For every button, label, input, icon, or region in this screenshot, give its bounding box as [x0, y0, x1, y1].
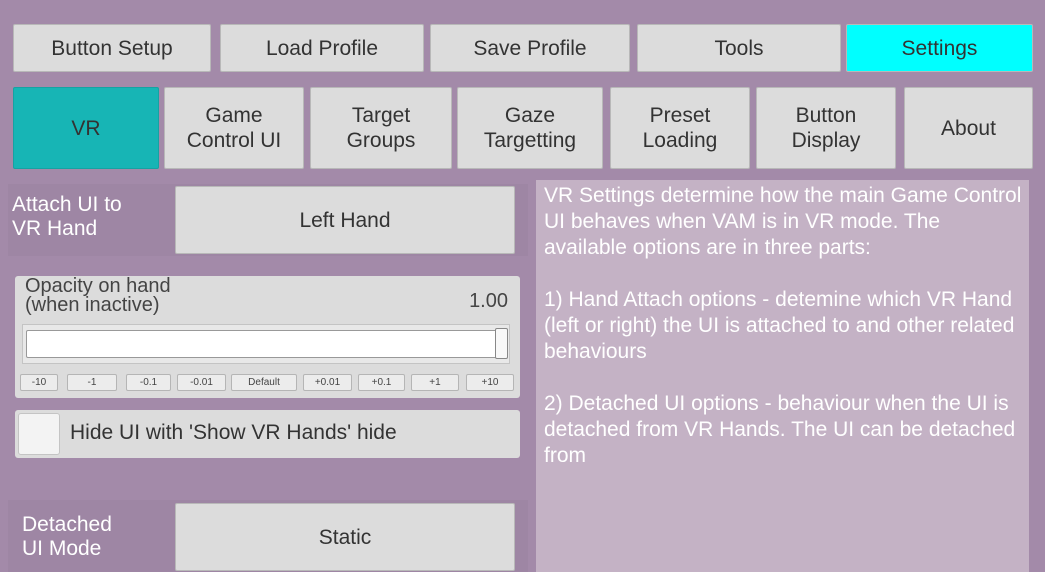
subtab-button-display[interactable]: Button Display	[756, 87, 896, 169]
opacity-slider[interactable]	[22, 324, 510, 364]
step-plus-0-1[interactable]: +0.1	[358, 374, 405, 391]
hide-ui-label: Hide UI with 'Show VR Hands' hide	[70, 421, 397, 444]
step-plus-1[interactable]: +1	[411, 374, 459, 391]
subtab-gaze-targetting[interactable]: Gaze Targetting	[457, 87, 603, 169]
step-minus-10[interactable]: -10	[20, 374, 58, 391]
description-text: VR Settings determine how the main Game …	[544, 184, 1022, 467]
step-minus-0-01[interactable]: -0.01	[177, 374, 226, 391]
step-plus-0-01[interactable]: +0.01	[303, 374, 352, 391]
subtab-about[interactable]: About	[904, 87, 1033, 169]
description-panel: VR Settings determine how the main Game …	[536, 180, 1029, 572]
attach-hand-button[interactable]: Left Hand	[175, 186, 515, 254]
tab-save-profile[interactable]: Save Profile	[430, 24, 630, 72]
opacity-panel: Opacity on hand (when inactive) 1.00 -10…	[15, 276, 520, 398]
tab-settings[interactable]: Settings	[846, 24, 1033, 72]
step-plus-10[interactable]: +10	[466, 374, 514, 391]
hide-ui-toggle[interactable]: Hide UI with 'Show VR Hands' hide	[15, 410, 520, 458]
detached-mode-button[interactable]: Static	[175, 503, 515, 571]
attach-label: Attach UI to VR Hand	[12, 193, 122, 240]
opacity-slider-fill	[26, 330, 504, 358]
tab-load-profile[interactable]: Load Profile	[220, 24, 424, 72]
opacity-value: 1.00	[469, 290, 508, 312]
subtab-preset-loading[interactable]: Preset Loading	[610, 87, 750, 169]
subtab-vr[interactable]: VR	[13, 87, 159, 169]
tab-tools[interactable]: Tools	[637, 24, 841, 72]
opacity-steps: -10 -1 -0.1 -0.01 Default +0.01 +0.1 +1 …	[20, 374, 515, 391]
subtab-game-control-ui[interactable]: Game Control UI	[164, 87, 304, 169]
hide-ui-checkbox[interactable]	[18, 413, 60, 455]
subtab-target-groups[interactable]: Target Groups	[310, 87, 452, 169]
tab-button-setup[interactable]: Button Setup	[13, 24, 211, 72]
opacity-slider-handle[interactable]	[495, 328, 508, 359]
detached-label: Detached UI Mode	[22, 513, 112, 560]
step-minus-0-1[interactable]: -0.1	[126, 374, 171, 391]
opacity-label: Opacity on hand (when inactive)	[25, 275, 171, 316]
step-minus-1[interactable]: -1	[67, 374, 117, 391]
step-default[interactable]: Default	[231, 374, 297, 391]
